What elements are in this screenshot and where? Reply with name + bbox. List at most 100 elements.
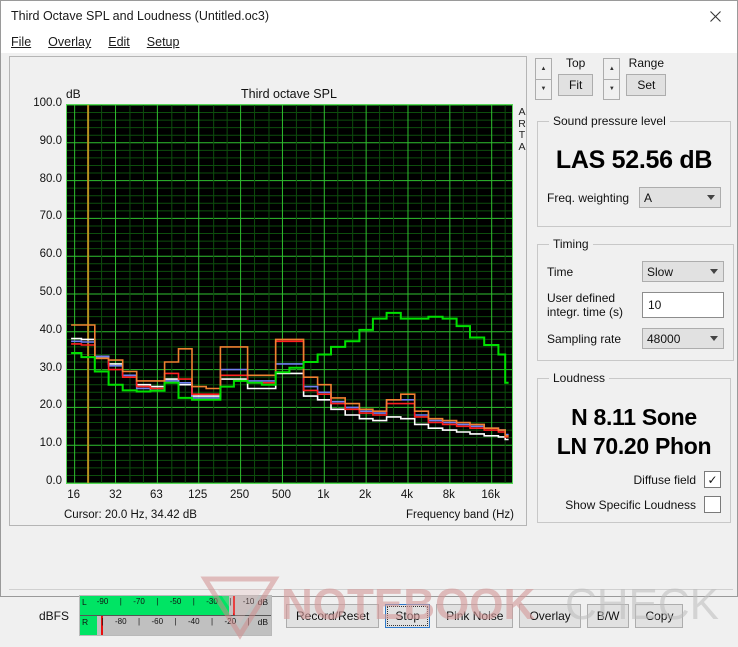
loudness-sone-value: N 8.11 Sone <box>571 404 697 430</box>
sound-pressure-level-group: Sound pressure level LAS 52.56 dB Freq. … <box>537 114 731 227</box>
application-window: Third Octave SPL and Loudness (Untitled.… <box>0 0 738 640</box>
dbfs-label: dBFS <box>39 608 70 623</box>
menu-item-overlay[interactable]: Overlay <box>48 35 91 49</box>
menu-item-file[interactable]: File <box>11 35 31 49</box>
chevron-down-icon <box>710 268 718 274</box>
y-tick-label: 10.0 <box>39 437 62 450</box>
y-tick-label: 60.0 <box>39 248 62 261</box>
range-label: Range <box>628 56 665 70</box>
range-spinner[interactable]: ▲ ▼ <box>603 58 621 100</box>
meter-tick: | <box>119 597 122 606</box>
x-axis-label: Frequency band (Hz) <box>405 509 514 521</box>
overlay-button[interactable]: Overlay <box>519 603 581 628</box>
sampling-rate-label: Sampling rate <box>547 331 622 346</box>
top-spinner[interactable]: ▲ ▼ <box>535 58 552 100</box>
meter-tick: | <box>101 617 104 626</box>
y-tick-label: 40.0 <box>39 323 62 336</box>
main-body: dB Third octave SPL ARTA 100.0 90.0 80.0 70… <box>1 53 737 640</box>
top-fit-button[interactable]: Fit <box>558 74 594 96</box>
meter-tick: -50 <box>169 597 182 606</box>
meter-tick: -10 <box>242 597 255 606</box>
bw-button[interactable]: B/W <box>586 603 630 628</box>
range-set-button[interactable]: Set <box>626 74 667 96</box>
left-channel-label: L <box>82 597 87 607</box>
chevron-down-icon <box>710 335 718 341</box>
x-tick-label: 1k <box>317 489 330 501</box>
left-peak-indicator <box>232 596 235 615</box>
right-meter-unit: dB <box>257 617 269 627</box>
x-tick-label: 500 <box>271 489 292 501</box>
menu-item-setup[interactable]: Setup <box>147 35 180 49</box>
close-icon[interactable] <box>693 1 737 31</box>
specific-loudness-row: Show Specific Loudness <box>547 496 721 513</box>
time-row: Time Slow <box>547 261 724 282</box>
sampling-rate-row: Sampling rate 48000 <box>547 328 724 349</box>
copy-button[interactable]: Copy <box>635 603 684 628</box>
menu-file-label: File <box>11 35 32 49</box>
range-control-group: ▲ ▼ Range Set <box>603 56 667 100</box>
loudness-group: Loudness N 8.11 Sone LN 70.20 Phon Diffu… <box>537 371 731 523</box>
range-up-icon[interactable]: ▲ <box>603 58 621 79</box>
y-axis-ticks: 100.0 90.0 80.0 70.0 60.0 50.0 40.0 30.0 20.0 10.… <box>10 97 62 487</box>
right-controls-column: ▲ ▼ Top Fit ▲ ▼ Range Set Sound pressure… <box>535 56 734 584</box>
y-tick-label: 70.0 <box>39 210 62 223</box>
right-channel-label: R <box>82 617 89 627</box>
menu-item-edit[interactable]: Edit <box>108 35 130 49</box>
loudness-legend: Loudness <box>553 371 606 385</box>
x-tick-label: 125 <box>188 489 208 501</box>
record-reset-button[interactable]: Record/Reset <box>286 603 380 628</box>
chart-svg <box>67 105 512 483</box>
level-meter-left-channel: L -90 | -70 | -50 | -30 | -10 dB <box>80 596 272 616</box>
meter-tick: -70 <box>133 597 145 606</box>
specific-loudness-checkbox[interactable] <box>704 496 721 513</box>
meter-tick: | <box>247 617 250 626</box>
x-tick-label: 16 <box>67 489 81 501</box>
meter-tick: -80 <box>114 617 127 626</box>
top-up-icon[interactable]: ▲ <box>535 58 552 79</box>
spl-legend: Sound pressure level <box>553 114 666 128</box>
menu-bar: File Overlay Edit Setup <box>1 31 737 53</box>
meter-tick: | <box>156 597 159 606</box>
arta-watermark-label: ARTA <box>518 106 526 153</box>
integration-time-row: User defined integr. time (s) <box>547 291 724 319</box>
action-button-row: Record/Reset Stop Pink Noise Overlay B/W Copy <box>286 603 689 628</box>
x-tick-label: 4k <box>400 489 414 501</box>
y-tick-label: 100.0 <box>33 97 62 109</box>
freq-weighting-value: A <box>644 190 653 205</box>
x-tick-label: 16k <box>481 489 500 501</box>
menu-overlay-label: Overlay <box>48 35 92 49</box>
meter-tick: -40 <box>187 617 200 626</box>
x-tick-label: 8k <box>442 489 455 501</box>
meter-tick: | <box>174 617 177 626</box>
diffuse-field-checkbox[interactable]: ✓ <box>704 471 721 488</box>
pink-noise-button[interactable]: Pink Noise <box>436 603 514 628</box>
timing-legend: Timing <box>553 237 589 251</box>
y-tick-label: 50.0 <box>39 286 62 298</box>
integration-time-input[interactable] <box>642 292 724 318</box>
spl-value: LAS 52.56 dB <box>555 146 713 174</box>
x-axis-ticks: 16 32 63 125 250 500 1k 2k 4k 8k 16k <box>66 489 513 505</box>
sampling-rate-select[interactable]: 48000 <box>642 328 724 349</box>
x-tick-label: 63 <box>149 489 163 501</box>
top-control-group: ▲ ▼ Top Fit <box>535 56 594 100</box>
freq-weighting-select[interactable]: A <box>639 187 721 208</box>
sampling-rate-value: 48000 <box>647 331 681 346</box>
menu-edit-label: Edit <box>108 35 130 49</box>
range-down-icon[interactable]: ▼ <box>603 78 621 100</box>
scale-controls: ▲ ▼ Top Fit ▲ ▼ Range Set <box>535 56 733 104</box>
time-value: Slow <box>647 264 674 279</box>
chevron-down-icon <box>707 194 715 200</box>
meter-tick: | <box>137 617 141 626</box>
top-down-icon[interactable]: ▼ <box>535 78 552 100</box>
chart-title: Third octave SPL <box>241 87 337 101</box>
diffuse-field-label: Diffuse field <box>633 472 696 487</box>
timing-group: Timing Time Slow User defined integr. ti… <box>537 237 734 361</box>
y-tick-label: 30.0 <box>39 361 62 374</box>
meter-tick: -60 <box>151 617 164 626</box>
spl-chart-plot[interactable] <box>66 104 513 484</box>
stop-button[interactable]: Stop <box>385 603 431 628</box>
y-tick-label: 20.0 <box>39 399 62 412</box>
level-meter[interactable]: L -90 | -70 | -50 | -30 | -10 dB R | -80 | -60 | -40 |… <box>79 595 273 636</box>
time-label: Time <box>547 264 574 279</box>
time-select[interactable]: Slow <box>642 261 724 282</box>
